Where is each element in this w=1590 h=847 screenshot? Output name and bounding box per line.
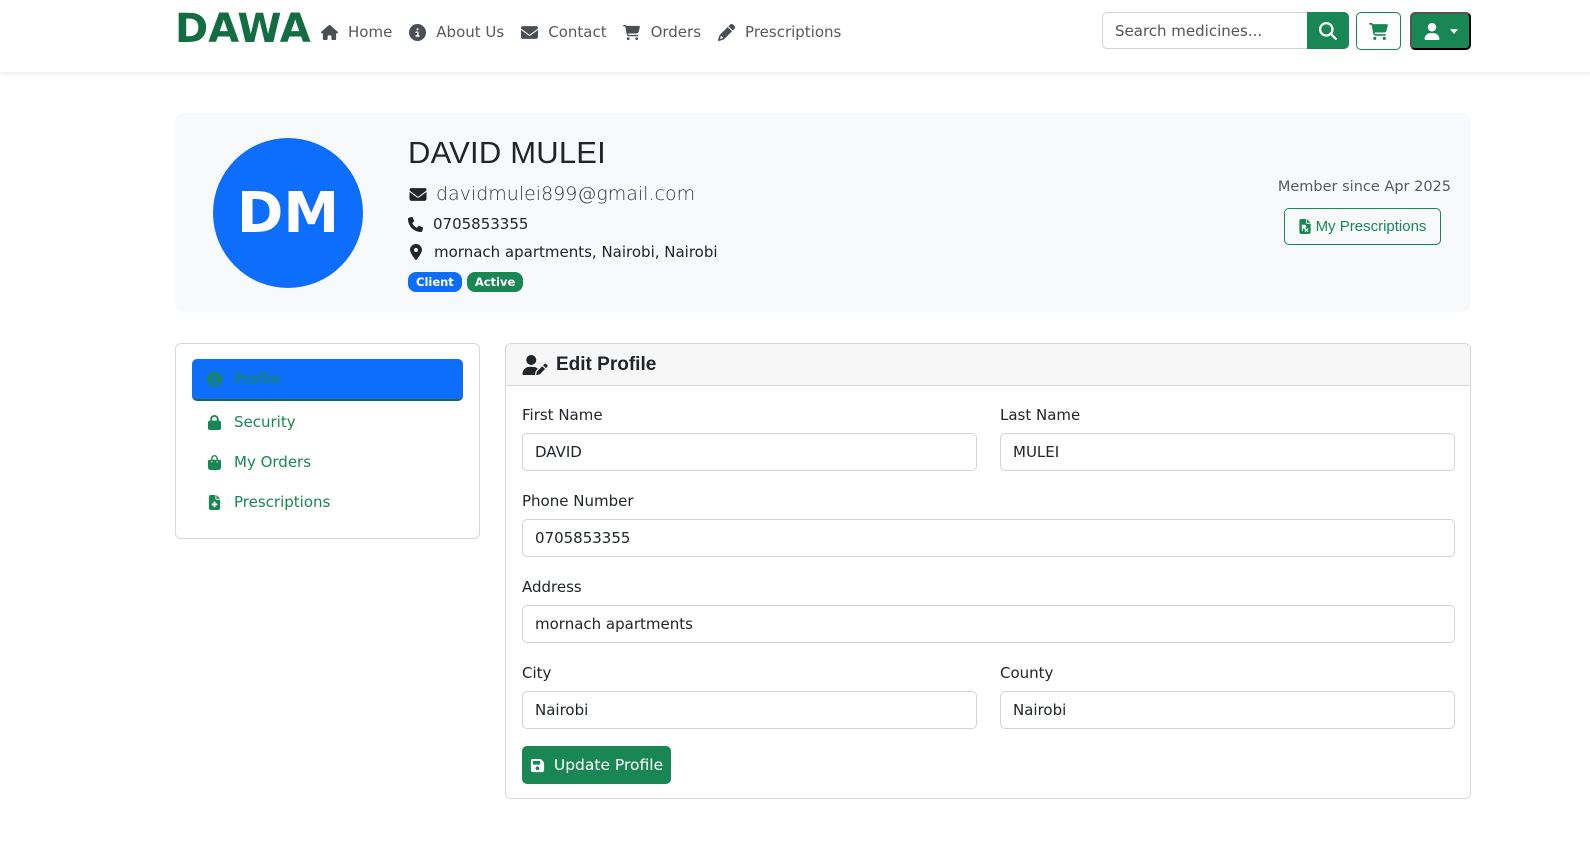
cart-button[interactable] [1356, 12, 1401, 50]
info-icon [408, 23, 426, 41]
address-field[interactable] [522, 605, 1455, 643]
nav-link-label: Prescriptions [745, 23, 842, 41]
nav-link-label: Contact [548, 23, 607, 41]
phone-number-label: Phone Number [522, 492, 634, 510]
envelope-icon [409, 187, 427, 201]
nav-link-label: Orders [650, 23, 702, 41]
my-prescriptions-button[interactable]: My Prescriptions [1284, 208, 1441, 245]
last-name-field[interactable] [1000, 433, 1455, 471]
user-icon [1424, 22, 1439, 40]
map-marker-icon [410, 244, 422, 260]
phone-number-field[interactable] [522, 519, 1455, 557]
update-profile-label: Update Profile [553, 756, 664, 774]
profile-phone-row: 0705853355 [408, 215, 528, 233]
search-button[interactable] [1307, 12, 1349, 49]
nav-link-contact[interactable]: Contact [520, 23, 607, 41]
phone-icon [408, 216, 423, 232]
sidebar-item-label: Prescriptions [234, 493, 331, 511]
profile-sidebar: Profile Security My Orders Prescriptions [175, 343, 480, 539]
county-field[interactable] [1000, 691, 1455, 729]
cart-icon [623, 23, 641, 41]
edit-profile-title: Edit Profile [556, 353, 657, 375]
user-circle-icon [206, 371, 222, 387]
user-edit-icon [522, 354, 548, 375]
envelope-icon [520, 23, 538, 41]
sidebar-item-label: Security [234, 413, 296, 431]
city-label: City [522, 664, 552, 682]
nav-link-about[interactable]: About Us [408, 23, 504, 41]
member-since: Member since Apr 2025 [1277, 179, 1451, 195]
profile-name: DAVID MULEI [408, 135, 606, 170]
home-icon [320, 23, 338, 41]
county-label: County [1000, 664, 1054, 682]
user-menu-button[interactable] [1410, 12, 1471, 50]
profile-phone: 0705853355 [433, 215, 529, 233]
profile-address: mornach apartments, Nairobi, Nairobi [434, 243, 718, 261]
my-prescriptions-label: My Prescriptions [1315, 218, 1427, 235]
file-medical-icon [206, 494, 222, 510]
save-icon [530, 758, 544, 772]
search-group [1102, 12, 1349, 49]
nav-link-home[interactable]: Home [320, 23, 392, 41]
nav-link-label: About Us [436, 23, 505, 41]
status-badge: Active [466, 272, 524, 292]
city-field[interactable] [522, 691, 977, 729]
nav-links: Home About Us Contact Orders Prescriptio… [320, 18, 857, 46]
brand-logo[interactable]: DAWA [175, 6, 311, 52]
search-input[interactable] [1102, 12, 1307, 49]
file-prescription-icon [1298, 219, 1311, 234]
sidebar-item-label: Profile [234, 370, 281, 388]
profile-email-row: davidmulei899@gmail.com [408, 183, 695, 205]
lock-icon [206, 414, 222, 430]
sidebar-item-label: My Orders [234, 453, 312, 471]
profile-email: davidmulei899@gmail.com [436, 183, 696, 205]
nav-link-label: Home [348, 23, 393, 41]
chevron-down-icon [1449, 28, 1458, 34]
first-name-label: First Name [522, 406, 603, 424]
navbar: DAWA Home About Us Contact Orders Prescr… [0, 0, 1590, 72]
cart-icon [1369, 22, 1388, 40]
sidebar-item-profile[interactable]: Profile [192, 359, 463, 401]
last-name-label: Last Name [1000, 406, 1081, 424]
sidebar-item-my-orders[interactable]: My Orders [192, 441, 463, 483]
shopping-bag-icon [206, 454, 222, 470]
edit-profile-header: Edit Profile [506, 344, 1470, 386]
sidebar-item-security[interactable]: Security [192, 401, 463, 443]
sidebar-item-prescriptions[interactable]: Prescriptions [192, 481, 463, 523]
edit-profile-card: Edit Profile First Name Last Name Phone … [505, 343, 1471, 799]
avatar: DM [213, 138, 363, 288]
role-badge: Client [408, 272, 462, 292]
profile-badges: Client Active [408, 272, 528, 292]
nav-link-prescriptions[interactable]: Prescriptions [717, 23, 841, 41]
profile-header-card: DM DAVID MULEI davidmulei899@gmail.com 0… [175, 113, 1471, 312]
first-name-field[interactable] [522, 433, 977, 471]
pencil-icon [717, 23, 735, 41]
update-profile-button[interactable]: Update Profile [522, 746, 671, 784]
nav-link-orders[interactable]: Orders [623, 23, 701, 41]
address-label: Address [522, 578, 582, 596]
profile-address-row: mornach apartments, Nairobi, Nairobi [408, 243, 718, 261]
search-icon [1319, 21, 1337, 40]
